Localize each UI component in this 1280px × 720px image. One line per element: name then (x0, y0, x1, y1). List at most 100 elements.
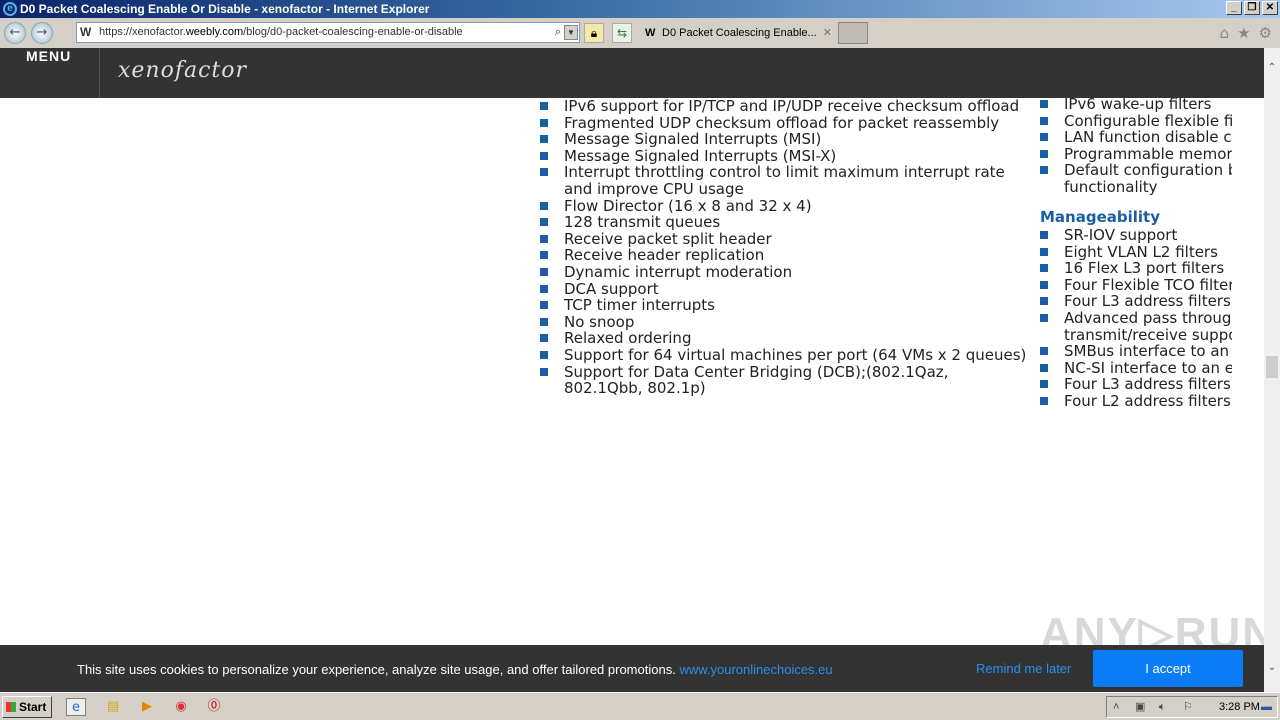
list-item-text: 128 transmit queues (564, 213, 721, 232)
list-item-text: Message Signaled Interrupts (MSI-X) (564, 146, 837, 165)
list-item-text: DCA support (564, 279, 659, 298)
list-item-text: SR-IOV support (1064, 226, 1178, 244)
list-item-text: TCP timer interrupts (564, 296, 715, 315)
list-item: Four L2 address filters (1040, 393, 1232, 410)
scroll-down-icon[interactable]: ⌄ (1264, 662, 1280, 678)
refresh-icon[interactable]: ⇆ (612, 23, 632, 43)
list-item: Four Flexible TCO filter (1040, 275, 1232, 294)
close-button[interactable]: ✕ (1262, 1, 1278, 15)
list-item-text: Four Flexible TCO filter (1064, 275, 1232, 294)
list-item: Receive header replication (540, 247, 1030, 264)
feature-list-right: IPv6 wake-up filters Configurable flexibl… (1040, 98, 1232, 196)
system-tray: ˄ ▣ 🔈︎ ⚐ 3:28 PM ▬ (1106, 696, 1278, 718)
url-path: /blog/d0-packet-coalescing-enable-or-dis… (243, 26, 463, 38)
list-item: TCP timer interrupts (540, 297, 1030, 314)
forward-icon[interactable]: → (31, 22, 53, 44)
start-button[interactable]: Start (2, 696, 52, 718)
feature-list-left: IPv6 support for IP/TCP and IP/UDP recei… (540, 98, 1030, 397)
site-logo[interactable]: xenofactor (118, 58, 247, 83)
list-item: Advanced pass through transmit/receive su… (1040, 310, 1232, 343)
close-tab-icon[interactable]: ✕ (823, 21, 832, 45)
list-item: NC-SI interface to an e (1040, 359, 1232, 377)
list-item-text: Dynamic interrupt moderation (564, 262, 793, 281)
explorer-icon[interactable]: ▤ (103, 698, 123, 716)
list-item-text: functionality (1064, 177, 1158, 196)
gear-icon[interactable]: ⚙ (1259, 24, 1272, 42)
list-item-text: Configurable flexible fil (1064, 111, 1232, 130)
window-title: D0 Packet Coalescing Enable Or Disable -… (20, 2, 430, 16)
list-item-text: Message Signaled Interrupts (MSI) (564, 130, 822, 149)
list-item-text: Receive packet split header (564, 229, 772, 248)
list-item: SR-IOV support (1040, 227, 1232, 244)
list-item: DCA support (540, 279, 1030, 298)
feature-column-right: IPv6 wake-up filters Configurable flexibl… (1040, 98, 1232, 418)
cookie-banner: This site uses cookies to personalize yo… (0, 645, 1264, 692)
site-header: MENU xenofactor (0, 48, 1264, 98)
home-icon[interactable]: ⌂ (1220, 24, 1230, 42)
list-item-text: Four L2 address filters (1064, 391, 1231, 410)
list-item-text: IPv6 support for IP/TCP and IP/UDP recei… (564, 98, 1020, 115)
tray-expand-icon[interactable]: ˄ (1113, 697, 1119, 717)
list-item: Relaxed ordering (540, 330, 1030, 347)
list-item-text: Support for 64 virtual machines per port… (564, 345, 1027, 364)
network-icon[interactable]: ▣ (1135, 697, 1145, 717)
manageability-list: SR-IOV support Eight VLAN L2 filters 16 Fl… (1040, 227, 1232, 410)
list-item-text: 16 Flex L3 port filters (1064, 259, 1225, 278)
restore-button[interactable]: ❐ (1244, 1, 1260, 15)
list-item-text: Four L3 address filters (1064, 375, 1231, 394)
new-tab-button[interactable] (838, 22, 868, 44)
list-item-text: Eight VLAN L2 filters (1064, 242, 1218, 261)
flag-icon[interactable]: ⚐ (1183, 697, 1193, 717)
list-item-text: Advanced pass through (1064, 308, 1232, 327)
list-item: Flow Director (16 x 8 and 32 x 4) (540, 196, 1030, 215)
minimize-button[interactable]: _ (1226, 1, 1242, 15)
remind-later-button[interactable]: Remind me later (976, 661, 1071, 676)
list-item-text: Flow Director (16 x 8 and 32 x 4) (564, 196, 812, 215)
list-item-text: Four L3 address filters (1064, 292, 1231, 311)
opera-icon[interactable]: ⓪ (204, 698, 224, 716)
list-item-text: Programmable memory (1064, 144, 1232, 163)
list-item: Message Signaled Interrupts (MSI-X) (540, 146, 1030, 165)
menu-button[interactable]: MENU (26, 48, 71, 64)
ie-taskbar-icon[interactable]: e (66, 698, 86, 716)
accept-button[interactable]: I accept (1093, 650, 1243, 687)
star-icon[interactable]: ★ (1237, 24, 1250, 42)
list-item: Four L3 address filters (1040, 376, 1232, 393)
list-item: Support for Data Center Bridging (DCB);(… (540, 363, 1030, 397)
list-item: 128 transmit queues (540, 214, 1030, 231)
scroll-thumb[interactable] (1266, 356, 1278, 378)
url-domain: weebly.com (185, 26, 244, 38)
list-item-text: SMBus interface to an e (1064, 342, 1232, 361)
show-desktop-icon[interactable]: ▬ (1261, 697, 1272, 717)
list-item: IPv6 support for IP/TCP and IP/UDP recei… (540, 98, 1030, 115)
tab-title: D0 Packet Coalescing Enable... (662, 27, 817, 39)
lock-icon[interactable]: 🔒︎ (584, 23, 604, 43)
list-item: Support for 64 virtual machines per port… (540, 347, 1030, 364)
weebly-favicon: W (645, 27, 656, 39)
list-item: No snoop (540, 313, 1030, 331)
browser-tab[interactable]: W D0 Packet Coalescing Enable... ✕ (640, 21, 836, 45)
address-bar[interactable]: W https://xenofactor.weebly.com/blog/d0-… (76, 22, 580, 43)
volume-icon[interactable]: 🔈︎ (1159, 697, 1166, 717)
url-prefix: https://xenofactor. (99, 26, 186, 38)
taskbar: Start e ▤ ▶ ◉ ⓪ ˄ ▣ 🔈︎ ⚐ 3:28 PM ▬ (0, 692, 1280, 720)
address-dropdown-button[interactable]: ▼ (564, 25, 578, 40)
scroll-up-icon[interactable]: ⌃ (1264, 62, 1280, 78)
list-item: LAN function disable ca (1040, 129, 1232, 146)
scrollbar[interactable]: ⌃ ⌄ (1264, 48, 1280, 692)
search-icon[interactable]: ⌕ (555, 23, 561, 42)
cookie-link[interactable]: www.youronlinechoices.eu (679, 662, 832, 677)
back-icon[interactable]: ← (4, 22, 26, 44)
list-item-text: transmit/receive suppo (1064, 325, 1232, 344)
list-item-text: Fragmented UDP checksum offload for pack… (564, 113, 1000, 132)
list-item: SMBus interface to an e (1040, 343, 1232, 360)
list-item: IPv6 wake-up filters (1040, 98, 1232, 113)
list-item-text: Interrupt throttling control to limit ma… (564, 163, 1005, 198)
page-content: IPv6 support for IP/TCP and IP/UDP recei… (0, 98, 1264, 645)
cookie-message: This site uses cookies to personalize yo… (77, 662, 676, 677)
chrome-icon[interactable]: ◉ (171, 698, 191, 716)
list-item: Fragmented UDP checksum offload for pack… (540, 113, 1030, 132)
list-item: Configurable flexible fil (1040, 111, 1232, 130)
list-item: Eight VLAN L2 filters (1040, 242, 1232, 261)
media-player-icon[interactable]: ▶ (137, 698, 157, 716)
